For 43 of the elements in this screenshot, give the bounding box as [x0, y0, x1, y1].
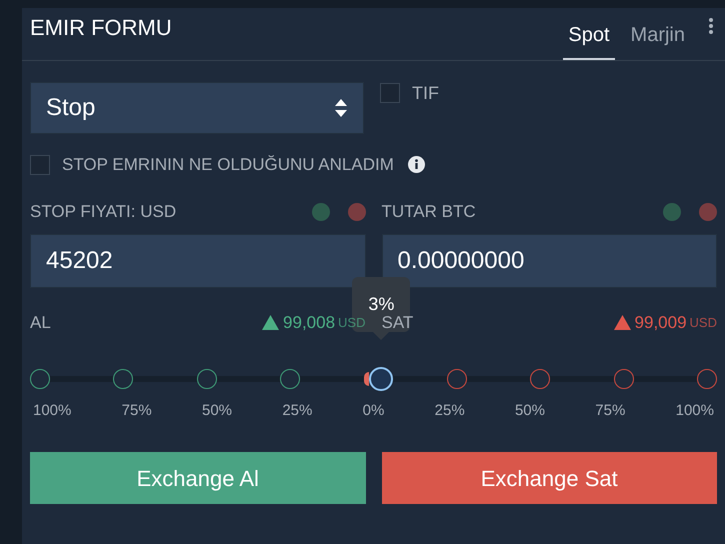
order-type-select[interactable]: Stop — [30, 82, 364, 134]
currency: USD — [690, 314, 717, 332]
acknowledge-label: STOP EMRININ NE OLDUĞUNU ANLADIM — [62, 154, 394, 176]
sort-arrows-icon — [334, 98, 348, 118]
amount-input[interactable]: 45202 — [30, 234, 366, 288]
info-icon[interactable] — [408, 156, 425, 174]
price: 99,009 — [634, 312, 687, 334]
panel-title: EMIR FORMU — [30, 14, 172, 42]
side-label: SAT — [382, 312, 414, 334]
percent-step[interactable] — [196, 368, 217, 388]
percent-label: 100% — [33, 400, 72, 420]
currency: USD — [338, 314, 366, 332]
percent-step[interactable] — [30, 368, 50, 388]
tab[interactable]: Spot — [563, 20, 615, 60]
triangle-up-icon — [262, 315, 280, 330]
checkbox[interactable] — [380, 83, 400, 103]
percent-label: 25% — [282, 400, 312, 420]
percent-step[interactable] — [364, 372, 368, 386]
percent-label: 100% — [676, 400, 714, 420]
field-label: STOP FIYATI: USD — [30, 200, 178, 223]
checkbox[interactable] — [30, 154, 50, 175]
percent-label: 75% — [122, 400, 152, 420]
percent-label: 75% — [595, 400, 626, 420]
tif-label: TIF — [412, 83, 439, 103]
more-options-icon[interactable] — [709, 18, 713, 34]
percent-label: 50% — [514, 400, 545, 420]
trade-button[interactable]: Exchange Sat — [382, 452, 717, 504]
percent-step[interactable] — [614, 368, 634, 388]
side-label: AL — [30, 312, 52, 334]
price: 99,008 — [283, 312, 336, 334]
tab[interactable]: Marjin — [626, 20, 690, 60]
percent-step[interactable] — [446, 368, 467, 388]
percent-step[interactable] — [280, 368, 300, 388]
triangle-up-icon — [614, 315, 631, 330]
percent-label: 0% — [362, 400, 384, 420]
amount-input[interactable]: 0.00000000 — [382, 234, 717, 288]
field-label: TUTAR BTC — [382, 200, 477, 223]
percent-label: 50% — [202, 400, 232, 420]
percent-label: 25% — [434, 400, 465, 420]
percent-step[interactable] — [530, 368, 550, 388]
percent-step[interactable] — [697, 368, 717, 388]
percent-step[interactable] — [113, 368, 134, 388]
slider-thumb[interactable] — [369, 366, 394, 390]
